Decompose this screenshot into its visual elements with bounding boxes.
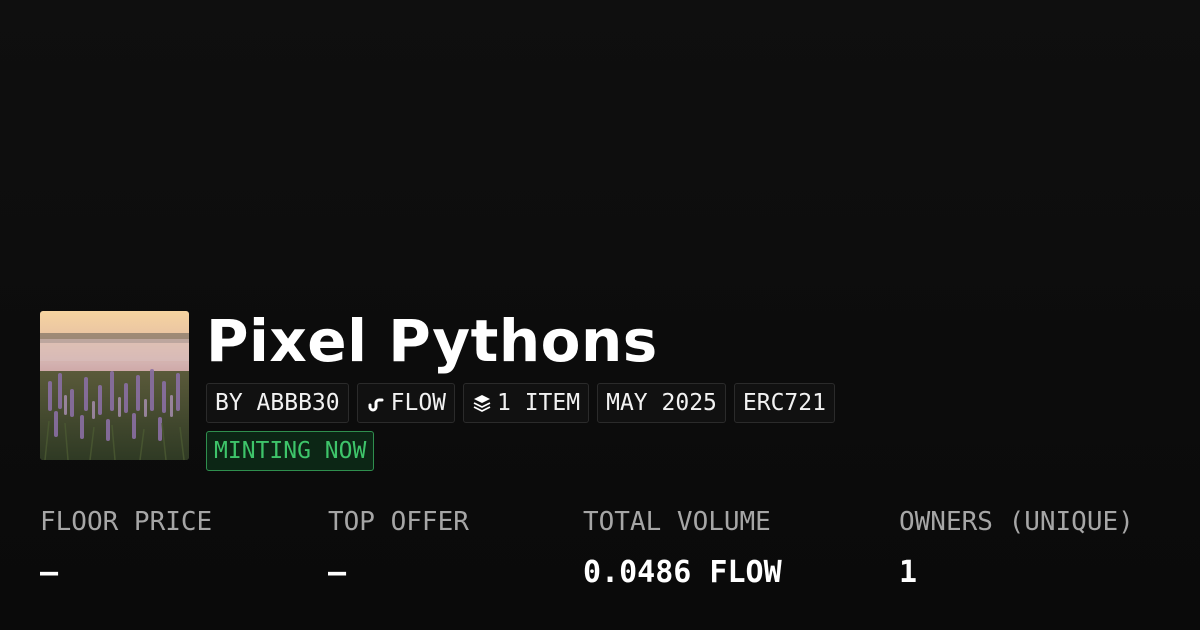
stat-value: —	[40, 555, 59, 590]
standard-label: ERC721	[742, 390, 826, 416]
item-count-tag: 1 ITEM	[463, 383, 590, 423]
stat-owners: OWNERS (UNIQUE) 1	[899, 505, 1134, 591]
collection-tags: BY ABBB30 FLOW 1 ITEM MAY 2025 ERC721	[206, 383, 835, 423]
stat-value: 1	[899, 555, 918, 590]
creator-tag[interactable]: BY ABBB30	[206, 383, 349, 423]
date-tag: MAY 2025	[597, 383, 726, 423]
chain-label: FLOW	[390, 390, 447, 416]
item-count-label: 1 ITEM	[497, 390, 581, 416]
date-label: MAY 2025	[606, 390, 717, 416]
layers-icon	[473, 395, 491, 412]
collection-title: Pixel Pythons	[206, 307, 658, 375]
creator-label: BY ABBB30	[215, 390, 340, 416]
lupine-field-image	[40, 311, 189, 460]
stat-label: TOTAL VOLUME	[583, 507, 771, 537]
stat-floor-price: FLOOR PRICE —	[40, 505, 212, 591]
stat-top-offer: TOP OFFER —	[328, 505, 469, 591]
minting-status-badge: MINTING NOW	[206, 431, 375, 471]
collection-thumbnail[interactable]	[40, 311, 189, 460]
stat-total-volume: TOTAL VOLUME 0.0486 FLOW	[583, 505, 782, 591]
flow-logo-icon	[368, 398, 384, 412]
stat-label: FLOOR PRICE	[40, 507, 213, 537]
stat-value: —	[328, 555, 347, 590]
standard-tag: ERC721	[733, 383, 835, 423]
stat-value: 0.0486 FLOW	[583, 555, 782, 590]
stat-label: TOP OFFER	[328, 507, 469, 537]
stat-label: OWNERS (UNIQUE)	[899, 507, 1134, 537]
chain-tag: FLOW	[356, 383, 456, 423]
